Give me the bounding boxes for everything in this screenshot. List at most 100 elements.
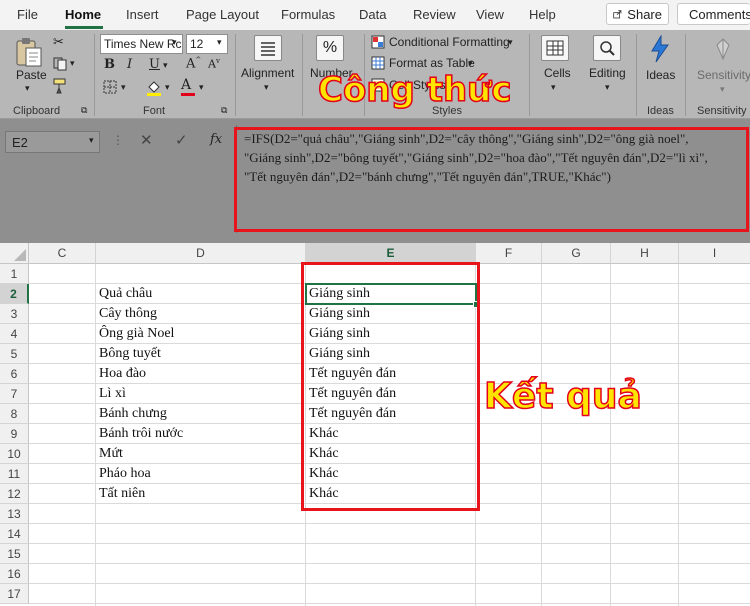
- share-button[interactable]: Share: [606, 3, 669, 25]
- font-launcher-icon[interactable]: ⧉: [221, 105, 227, 116]
- cell-d[interactable]: Cây thông: [99, 304, 157, 324]
- cells-button[interactable]: Cells: [544, 66, 571, 80]
- cell-d[interactable]: Tất niên: [99, 484, 145, 504]
- alignment-icon[interactable]: [254, 35, 282, 61]
- row-header[interactable]: 9: [0, 424, 29, 444]
- cell-d[interactable]: Lì xì: [99, 384, 126, 404]
- cell-d[interactable]: Bánh trôi nước: [99, 424, 183, 444]
- row-header[interactable]: 3: [0, 304, 29, 324]
- tab-insert[interactable]: Insert: [126, 7, 159, 22]
- comments-button[interactable]: Comments: [677, 3, 750, 25]
- select-all-corner[interactable]: [0, 243, 29, 264]
- conditional-formatting-icon[interactable]: [371, 35, 385, 52]
- enter-icon[interactable]: ✓: [175, 131, 188, 149]
- search-icon[interactable]: [593, 35, 621, 61]
- tab-help[interactable]: Help: [529, 7, 556, 22]
- share-icon: [613, 10, 622, 19]
- row-header[interactable]: 2: [0, 284, 29, 304]
- sensitivity-icon[interactable]: [713, 37, 733, 64]
- cell-d[interactable]: Pháo hoa: [99, 464, 151, 484]
- borders-dropdown-icon[interactable]: ▾: [121, 82, 126, 93]
- tab-file[interactable]: File: [17, 7, 38, 22]
- cells-icon[interactable]: [541, 35, 569, 61]
- cells-dropdown-icon[interactable]: ▾: [551, 82, 556, 93]
- bold-icon[interactable]: B: [104, 57, 115, 72]
- sensitivity-button[interactable]: Sensitivity: [697, 68, 750, 82]
- row-header[interactable]: 5: [0, 344, 29, 364]
- cell-d[interactable]: Bông tuyết: [99, 344, 161, 364]
- row-header[interactable]: 1: [0, 264, 29, 284]
- italic-icon[interactable]: I: [127, 57, 132, 72]
- editing-dropdown-icon[interactable]: ▾: [605, 82, 610, 93]
- column-header-h[interactable]: H: [611, 243, 679, 264]
- font-color-icon[interactable]: A: [181, 78, 195, 96]
- column-header-i[interactable]: I: [679, 243, 750, 264]
- row-header[interactable]: 11: [0, 464, 29, 484]
- column-header-c[interactable]: C: [29, 243, 96, 264]
- tab-home[interactable]: Home: [65, 7, 101, 22]
- row-header[interactable]: 17: [0, 584, 29, 604]
- name-box-dropdown-icon[interactable]: ▾: [89, 135, 94, 146]
- ideas-icon[interactable]: [649, 34, 671, 66]
- ideas-button[interactable]: Ideas: [646, 68, 675, 82]
- tab-review[interactable]: Review: [413, 7, 456, 22]
- copy-dropdown-icon[interactable]: ▾: [70, 58, 75, 69]
- column-header-d[interactable]: D: [96, 243, 306, 264]
- column-header-e[interactable]: E: [306, 243, 476, 264]
- cell-d[interactable]: Bánh chưng: [99, 404, 167, 424]
- row-header[interactable]: 7: [0, 384, 29, 404]
- fill-color-icon[interactable]: [145, 78, 163, 99]
- sensitivity-dropdown-icon[interactable]: ▾: [720, 84, 725, 95]
- cell-d[interactable]: Ông già Noel: [99, 324, 174, 344]
- insert-function-icon[interactable]: fx: [210, 132, 222, 147]
- row-header[interactable]: 8: [0, 404, 29, 424]
- result-highlight-box: [301, 262, 480, 511]
- alignment-dropdown-icon[interactable]: ▾: [264, 82, 269, 93]
- paste-dropdown-icon[interactable]: ▾: [25, 83, 30, 94]
- fill-color-dropdown-icon[interactable]: ▾: [165, 82, 170, 93]
- underline-dropdown-icon[interactable]: ▾: [163, 60, 168, 71]
- cancel-icon[interactable]: ✕: [140, 131, 153, 149]
- row-header[interactable]: 15: [0, 544, 29, 564]
- cell-d[interactable]: Quả châu: [99, 284, 152, 304]
- row-header[interactable]: 14: [0, 524, 29, 544]
- cell-d[interactable]: Mứt: [99, 444, 123, 464]
- name-box[interactable]: E2: [5, 131, 100, 153]
- row-header[interactable]: 12: [0, 484, 29, 504]
- tab-page-layout[interactable]: Page Layout: [186, 7, 259, 22]
- copy-icon[interactable]: [53, 57, 69, 74]
- paste-button[interactable]: Paste ▾: [14, 36, 47, 93]
- column-header-g[interactable]: G: [542, 243, 611, 264]
- percent-icon[interactable]: %: [316, 35, 344, 61]
- cell-d[interactable]: Hoa đào: [99, 364, 146, 384]
- row-header[interactable]: 4: [0, 324, 29, 344]
- column-header-f[interactable]: F: [476, 243, 542, 264]
- cut-icon[interactable]: ✂: [53, 35, 64, 50]
- increase-font-icon[interactable]: A^: [186, 56, 201, 71]
- borders-icon[interactable]: [103, 80, 117, 97]
- row-gridline: [29, 543, 750, 544]
- row-header[interactable]: 13: [0, 504, 29, 524]
- conditional-formatting-button[interactable]: Conditional Formatting: [389, 35, 510, 49]
- comments-label: Comments: [689, 6, 750, 22]
- clipboard-launcher-icon[interactable]: ⧉: [81, 105, 87, 116]
- alignment-button[interactable]: Alignment: [241, 66, 294, 80]
- tab-data[interactable]: Data: [359, 7, 386, 22]
- format-as-table-button[interactable]: Format as Table: [389, 56, 475, 70]
- row-header[interactable]: 6: [0, 364, 29, 384]
- decrease-font-icon[interactable]: Av: [208, 57, 220, 71]
- font-name-combo[interactable]: Times New Rc: [100, 34, 183, 54]
- font-color-dropdown-icon[interactable]: ▾: [199, 82, 204, 93]
- format-painter-icon[interactable]: [52, 78, 68, 97]
- font-size-dropdown-icon[interactable]: ▾: [217, 37, 222, 48]
- tab-view[interactable]: View: [476, 7, 504, 22]
- tab-formulas[interactable]: Formulas: [281, 7, 335, 22]
- editing-button[interactable]: Editing: [589, 66, 626, 80]
- format-as-table-dropdown-icon[interactable]: ▾: [468, 58, 473, 69]
- conditional-formatting-dropdown-icon[interactable]: ▾: [508, 37, 513, 48]
- row-header[interactable]: 16: [0, 564, 29, 584]
- group-divider: [685, 34, 686, 116]
- underline-icon[interactable]: U: [149, 57, 160, 72]
- row-header[interactable]: 10: [0, 444, 29, 464]
- font-name-dropdown-icon[interactable]: ▾: [172, 37, 177, 48]
